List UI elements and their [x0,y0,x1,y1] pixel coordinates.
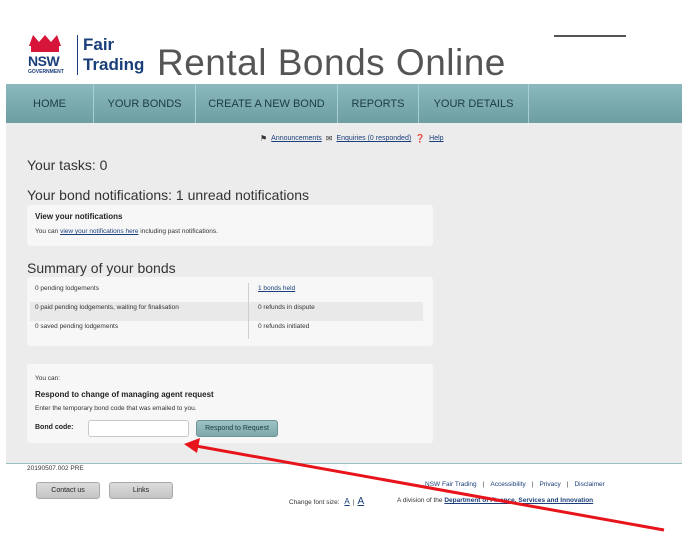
you-can-label: You can: [35,375,61,382]
envelope-icon: ✉ [325,134,333,143]
logo-trading-text: Trading [83,55,145,74]
font-size-label: Change font size: [289,499,340,506]
version-label: 20190507.002 PRE [27,465,84,472]
notifications-panel-title: View your notifications [35,212,123,221]
division-text: A division of the Department of Finance,… [397,497,594,504]
summary-saved-pending: 0 saved pending lodgements [35,323,119,330]
notifications-panel-text: You can view your notifications here inc… [35,228,218,235]
bond-code-input[interactable] [88,420,189,437]
utility-links-bar: ⚑ Announcements ✉ Enquiries (0 responded… [260,134,444,143]
summary-refunds-initiated: 0 refunds initiated [258,323,310,330]
page: NSW GOVERNMENT Fair Trading Rental Bonds… [0,0,690,548]
header-top-rule [554,35,626,37]
site-title: Rental Bonds Online [157,42,506,83]
links-button[interactable]: Links [109,482,173,499]
nav-your-details[interactable]: YOUR DETAILS [419,84,529,123]
nav-home[interactable]: HOME [6,84,94,123]
department-link[interactable]: Department of Finance, Services and Inno… [444,497,593,504]
notifications-panel: View your notifications You can view you… [27,205,433,246]
agent-request-instruction: Enter the temporary bond code that was e… [35,405,197,412]
contact-us-button[interactable]: Contact us [36,482,100,499]
help-icon: ❓ [415,134,426,143]
footer-rule [6,463,682,464]
summary-paid-pending: 0 paid pending lodgements, waiting for f… [35,304,179,311]
tasks-heading: Your tasks: 0 [27,157,108,173]
agent-request-title: Respond to change of managing agent requ… [35,390,214,399]
bonds-held-link[interactable]: 1 bonds held [258,285,295,292]
main-navigation: HOME YOUR BONDS CREATE A NEW BOND REPORT… [6,84,682,123]
nav-create-new-bond[interactable]: CREATE A NEW BOND [196,84,338,123]
summary-pending-lodgements: 0 pending lodgements [35,285,99,292]
footer-link-disclaimer[interactable]: Disclaimer [574,481,604,488]
view-notifications-link[interactable]: view your notifications here [60,228,138,235]
footer-link-privacy[interactable]: Privacy [539,481,560,488]
nav-empty-slot [529,84,682,123]
logo-divider [77,35,78,75]
enquiries-link[interactable]: Enquiries (0 responded) [336,135,411,142]
megaphone-icon: ⚑ [260,134,268,143]
summary-refunds-dispute: 0 refunds in dispute [258,304,315,311]
respond-to-request-button[interactable]: Respond to Request [196,420,278,437]
footer-link-accessibility[interactable]: Accessibility [490,481,525,488]
font-size-normal-button[interactable]: A [344,497,349,506]
bond-code-label: Bond code: [35,424,74,431]
font-size-large-button[interactable]: A [357,496,364,507]
summary-heading: Summary of your bonds [27,260,176,276]
announcements-link[interactable]: Announcements [271,135,322,142]
notifications-heading: Your bond notifications: 1 unread notifi… [27,187,310,203]
nav-your-bonds[interactable]: YOUR BONDS [94,84,196,123]
logo-government-text: GOVERNMENT [28,69,64,75]
logo-fair-text: Fair [83,35,115,54]
footer-links: NSW Fair Trading | Accessibility | Privacy… [425,481,605,488]
logo-nsw-text: NSW [28,53,60,69]
nav-reports[interactable]: REPORTS [338,84,419,123]
font-size-control: Change font size: A | A [289,496,365,507]
help-link[interactable]: Help [429,135,443,142]
footer-link-nsw-fair-trading[interactable]: NSW Fair Trading [425,481,477,488]
summary-divider [248,283,249,339]
